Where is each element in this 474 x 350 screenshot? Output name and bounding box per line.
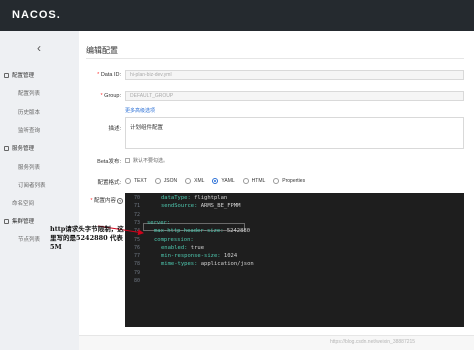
watermark-text: https://blog.csdn.net/weixin_38887215 xyxy=(330,339,416,345)
annotation-text: http请求头字节限制，这里写的是5242880 代表5M xyxy=(50,225,124,251)
annotation-arrow-icon xyxy=(97,225,144,236)
